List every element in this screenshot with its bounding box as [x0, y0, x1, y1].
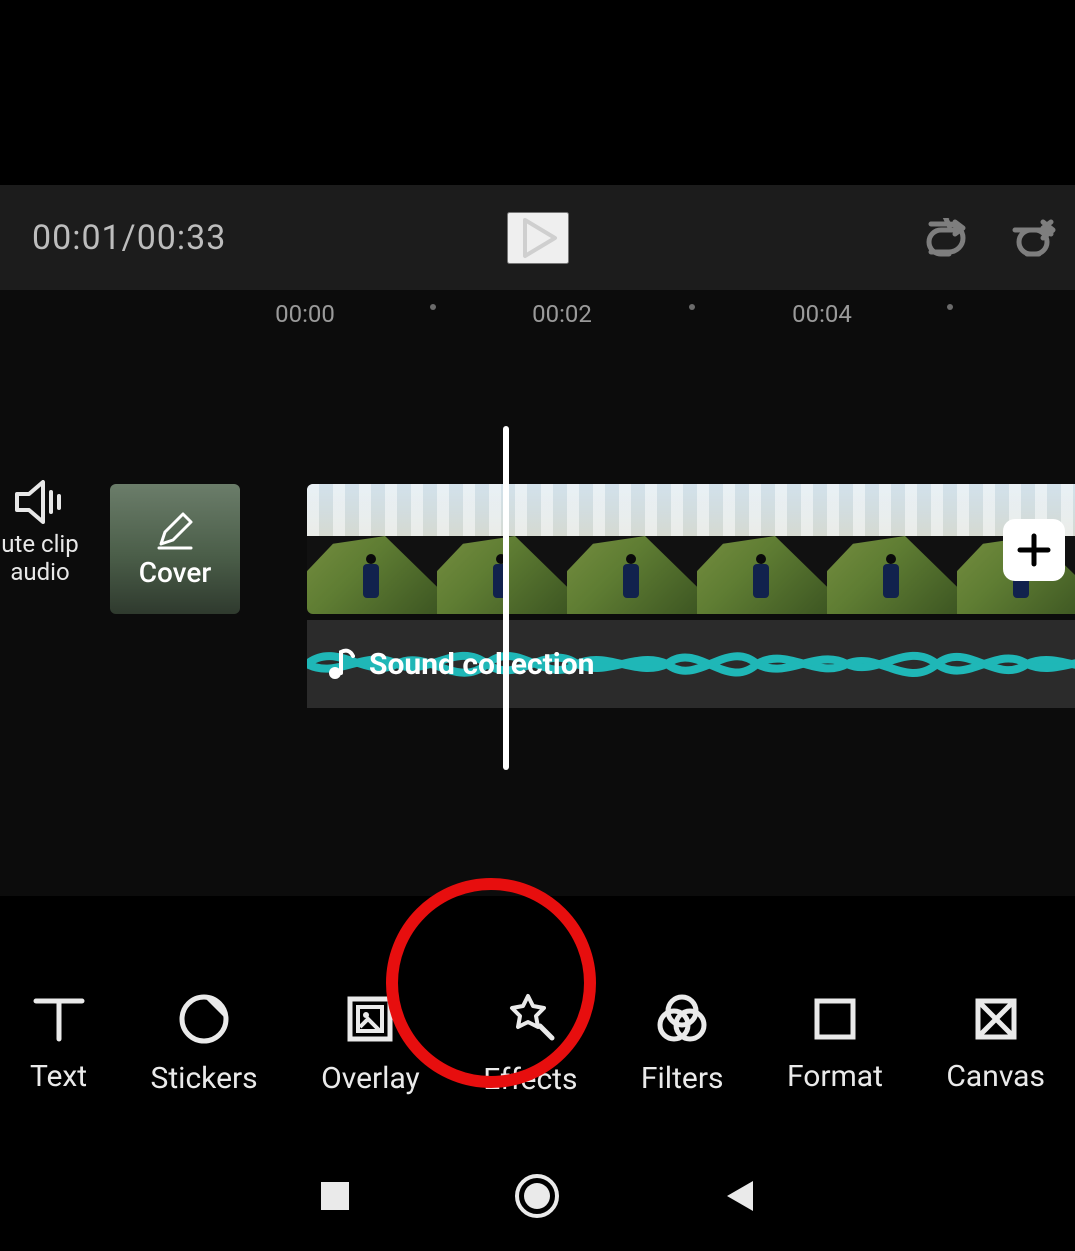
cover-label: Cover	[139, 556, 212, 589]
mute-label-line1: ute clip	[0, 530, 80, 558]
play-button[interactable]	[507, 212, 569, 264]
format-icon	[811, 995, 859, 1043]
audio-track[interactable]: Sound collection	[307, 620, 1075, 708]
nav-home-button[interactable]	[513, 1172, 561, 1220]
clip-frame	[827, 484, 957, 614]
android-nav-bar	[0, 1141, 1075, 1251]
tool-format[interactable]: Format	[787, 995, 883, 1094]
add-clip-button[interactable]	[1003, 519, 1065, 581]
ruler-tick-1: 00:02	[532, 300, 592, 328]
ruler-dot	[947, 304, 953, 310]
video-track[interactable]	[307, 484, 1075, 614]
tool-overlay[interactable]: Overlay	[321, 993, 420, 1096]
square-icon	[317, 1178, 353, 1214]
tool-label: Filters	[641, 1061, 724, 1096]
tool-label: Canvas	[946, 1059, 1045, 1094]
clip-frame	[437, 484, 567, 614]
music-note-icon	[327, 648, 355, 680]
mute-speaker-icon	[15, 480, 65, 524]
ruler-dot	[689, 304, 695, 310]
timeline-area[interactable]: ute clip audio Cover	[0, 340, 1075, 896]
cover-tile[interactable]: Cover	[110, 484, 240, 614]
filters-icon	[654, 993, 710, 1045]
audio-track-label: Sound collection	[369, 647, 594, 682]
plus-icon	[1016, 532, 1052, 568]
overlay-icon	[344, 993, 396, 1045]
redo-button[interactable]	[1009, 218, 1057, 258]
star-wand-icon	[502, 992, 558, 1046]
text-icon	[32, 995, 86, 1043]
tool-label: Stickers	[151, 1061, 258, 1096]
sticker-icon	[178, 993, 230, 1045]
pencil-icon	[155, 510, 195, 550]
redo-icon	[1009, 218, 1057, 258]
tool-text[interactable]: Text	[30, 995, 87, 1094]
clip-frame	[697, 484, 827, 614]
tool-label: Text	[30, 1059, 87, 1094]
back-triangle-icon	[721, 1177, 759, 1215]
tool-canvas[interactable]: Canvas	[946, 995, 1045, 1094]
undo-icon	[919, 218, 967, 258]
tool-filters[interactable]: Filters	[641, 993, 724, 1096]
clip-frame	[307, 484, 437, 614]
transport-bar: 00:01/00:33	[0, 185, 1075, 290]
bottom-toolbar: Text Stickers Overlay Effects	[0, 969, 1075, 1119]
tool-stickers[interactable]: Stickers	[151, 993, 258, 1096]
tool-label: Overlay	[321, 1061, 420, 1096]
preview-area	[0, 0, 1075, 185]
mute-label-line2: audio	[0, 558, 80, 586]
circle-icon	[513, 1172, 561, 1220]
play-icon	[515, 215, 561, 261]
timeline-ruler[interactable]: 00:00 00:02 00:04	[0, 290, 1075, 340]
playhead[interactable]	[503, 426, 509, 770]
tool-effects[interactable]: Effects	[483, 992, 577, 1097]
nav-recents-button[interactable]	[317, 1178, 353, 1214]
nav-back-button[interactable]	[721, 1177, 759, 1215]
ruler-dot	[430, 304, 436, 310]
ruler-tick-0: 00:00	[275, 300, 335, 328]
tool-label: Format	[787, 1059, 883, 1094]
undo-button[interactable]	[919, 218, 967, 258]
tool-label: Effects	[483, 1062, 577, 1097]
ruler-tick-2: 00:04	[792, 300, 852, 328]
canvas-icon	[972, 995, 1020, 1043]
mute-clip-audio-button[interactable]: ute clip audio	[0, 480, 80, 586]
clip-frame	[567, 484, 697, 614]
